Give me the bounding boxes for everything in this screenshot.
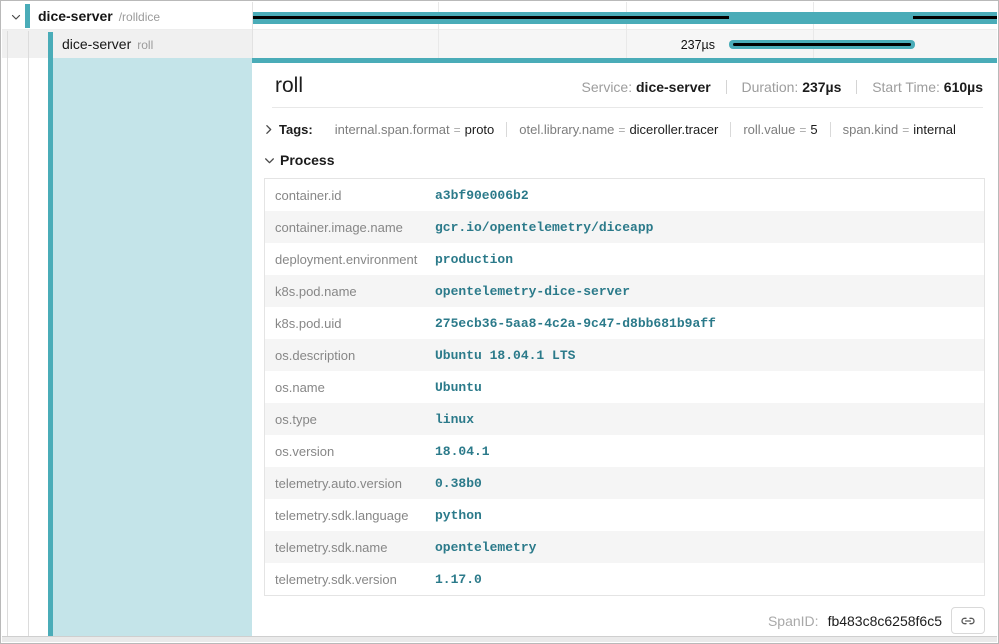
span-detail-panel: roll Service: dice-server Duration: 237µ… — [252, 58, 997, 636]
tag-item: roll.value=5 — [730, 122, 829, 137]
service-name: dice-server — [38, 8, 113, 24]
tag-item: internal.span.format=proto — [323, 122, 507, 137]
tag-item: otel.library.name=diceroller.tracer — [506, 122, 730, 137]
chevron-down-icon[interactable] — [10, 10, 22, 22]
table-row: telemetry.auto.version0.38b0 — [265, 467, 984, 499]
service-value: dice-server — [636, 79, 711, 95]
selected-span-color-strip — [48, 32, 53, 636]
span-summary: Service: dice-server Duration: 237µs Sta… — [582, 79, 983, 95]
timeline-gridline — [626, 2, 627, 58]
start-time-label: Start Time: — [872, 79, 940, 95]
timeline-gridline — [438, 2, 439, 58]
process-section-toggle[interactable]: Process — [263, 149, 983, 171]
operation-name: /rolldice — [119, 10, 160, 24]
critical-path-segment — [913, 16, 997, 19]
selected-span-tint-block — [53, 58, 252, 636]
table-row: container.image.namegcr.io/opentelemetry… — [265, 211, 984, 243]
bottom-scroll-strip[interactable] — [2, 636, 997, 642]
process-label: Process — [280, 152, 334, 168]
table-row: os.typelinux — [265, 403, 984, 435]
table-row: k8s.pod.uid275ecb36-5aa8-4c2a-9c47-d8bb6… — [265, 307, 984, 339]
timeline-gridline — [813, 2, 814, 58]
critical-path-segment — [733, 43, 911, 46]
separator — [726, 80, 727, 94]
tag-item: span.kind=internal — [830, 122, 968, 137]
table-row: k8s.pod.nameopentelemetry-dice-server — [265, 275, 984, 307]
trace-timeline-view: dice-server/rolldice dice-server roll 237… — [0, 0, 999, 644]
service-label: Service: — [582, 79, 633, 95]
deep-link-button[interactable] — [951, 607, 985, 634]
divider — [272, 107, 983, 108]
table-row: os.descriptionUbuntu 18.04.1 LTS — [265, 339, 984, 371]
spanid-label: SpanID: — [768, 613, 819, 629]
duration-value: 237µs — [802, 79, 841, 95]
span-name-cell[interactable]: dice-server/rolldice — [2, 2, 252, 29]
table-row: deployment.environmentproduction — [265, 243, 984, 275]
critical-path-segment — [253, 16, 729, 19]
start-time-value: 610µs — [944, 79, 983, 95]
span-bar-rolldice[interactable] — [253, 12, 997, 24]
span-name-cell[interactable]: dice-server roll — [2, 30, 252, 58]
link-icon — [960, 613, 976, 629]
table-row: container.ida3bf90e006b2 — [265, 179, 984, 211]
spanid-value: fb483c8c6258f6c5 — [828, 613, 942, 629]
table-row: os.nameUbuntu — [265, 371, 984, 403]
span-color-bar — [25, 4, 30, 28]
duration-label: Duration: — [742, 79, 799, 95]
chevron-down-icon[interactable] — [263, 154, 276, 167]
span-operation-title: roll — [275, 74, 303, 98]
tags-section-toggle[interactable]: Tags: internal.span.format=proto otel.li… — [262, 117, 983, 141]
span-detail-header: roll Service: dice-server Duration: 237µ… — [275, 74, 983, 98]
process-kv-table: container.ida3bf90e006b2 container.image… — [264, 178, 985, 596]
table-row: os.version18.04.1 — [265, 435, 984, 467]
service-name: dice-server — [62, 36, 131, 52]
span-row-roll[interactable]: dice-server roll 237µs — [2, 30, 997, 58]
operation-name: roll — [137, 38, 153, 52]
span-bar-roll[interactable] — [729, 40, 915, 49]
separator — [856, 80, 857, 94]
tree-guide-line — [28, 31, 29, 636]
table-row: telemetry.sdk.languagepython — [265, 499, 984, 531]
tags-label: Tags: — [279, 122, 313, 137]
span-row-rolldice[interactable]: dice-server/rolldice — [2, 2, 997, 30]
table-row: telemetry.sdk.version1.17.0 — [265, 563, 984, 595]
chevron-right-icon[interactable] — [262, 123, 275, 136]
tree-guide-line — [7, 31, 8, 636]
name-column-divider — [252, 2, 253, 58]
span-duration-label: 237µs — [633, 38, 715, 52]
span-detail-footer: SpanID: fb483c8c6258f6c5 — [252, 607, 985, 634]
table-row: telemetry.sdk.nameopentelemetry — [265, 531, 984, 563]
